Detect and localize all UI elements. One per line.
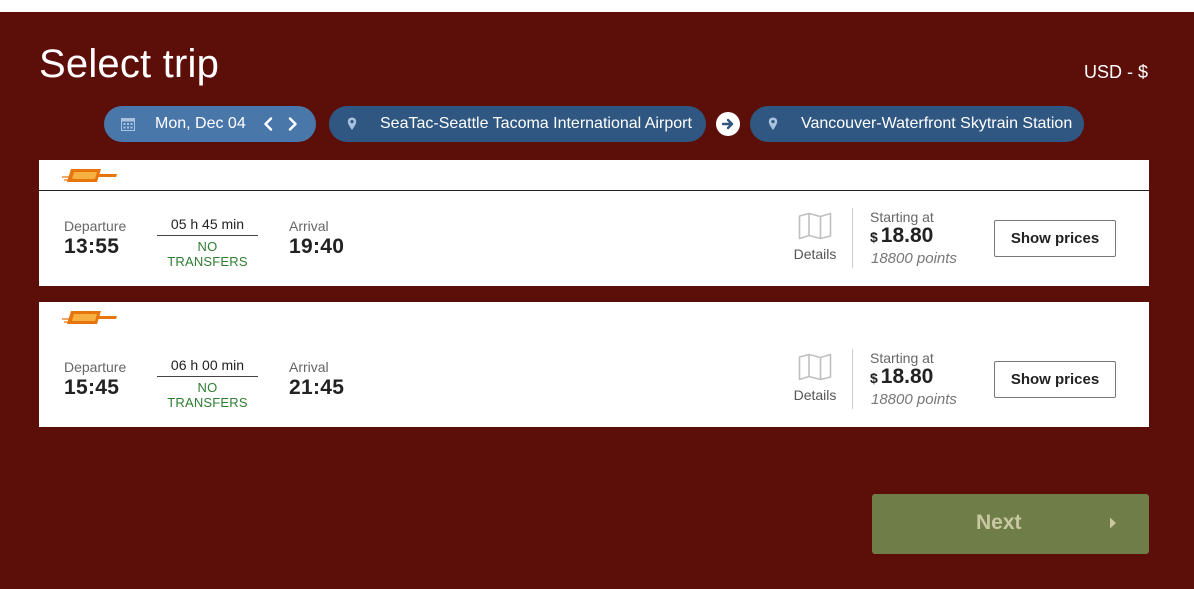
map-pin-icon — [766, 116, 780, 132]
points-value: 18800 points — [871, 250, 957, 267]
trip-card: Departure 15:45 06 h 00 min NO TRANSFERS… — [39, 302, 1149, 427]
carrier-logo-icon — [62, 169, 117, 182]
trip-card: Departure 13:55 05 h 45 min NO TRANSFERS… — [39, 160, 1149, 286]
transfers-label: NO TRANSFERS — [167, 239, 248, 269]
starting-at-label: Starting at — [870, 209, 934, 225]
price-amount: 18.80 — [880, 365, 934, 388]
price: $18.80 — [870, 224, 933, 248]
origin-label: SeaTac-Seattle Tacoma International Airp… — [380, 115, 692, 132]
page-title: Select trip — [39, 42, 220, 86]
currency-symbol: $ — [870, 229, 878, 245]
selected-date: Mon, Dec 04 — [155, 115, 246, 132]
next-button[interactable]: Next — [872, 494, 1149, 554]
starting-at-label: Starting at — [870, 350, 934, 366]
map-icon — [798, 353, 832, 381]
duration-value: 06 h 00 min — [170, 357, 245, 373]
vertical-divider — [852, 349, 853, 409]
chevron-right-icon — [288, 117, 297, 131]
previous-day-button[interactable] — [259, 113, 277, 135]
calendar-icon — [121, 116, 135, 132]
departure-time: 13:55 — [64, 235, 120, 258]
trip-duration: 06 h 00 min NO TRANSFERS — [157, 357, 258, 410]
details-button[interactable]: Details — [790, 353, 840, 403]
destination-label: Vancouver-Waterfront Skytrain Station — [801, 115, 1073, 132]
date-selector[interactable]: Mon, Dec 04 — [104, 106, 316, 142]
price-amount: 18.80 — [880, 224, 934, 247]
main-panel: Select trip USD - $ Mon, Dec 04 SeaTac-S… — [0, 12, 1194, 589]
duration-divider — [157, 235, 258, 236]
next-label: Next — [976, 511, 1022, 534]
show-prices-button[interactable]: Show prices — [994, 361, 1116, 398]
points-value: 18800 points — [871, 391, 957, 408]
price: $18.80 — [870, 365, 933, 389]
departure-label: Departure — [64, 359, 127, 375]
map-pin-icon — [345, 116, 359, 132]
departure-label: Departure — [64, 218, 127, 234]
next-day-button[interactable] — [284, 113, 302, 135]
map-icon — [798, 212, 832, 240]
destination-selector[interactable]: Vancouver-Waterfront Skytrain Station — [750, 106, 1084, 142]
duration-divider — [157, 376, 258, 377]
currency-selector[interactable]: USD - $ — [1084, 62, 1148, 83]
carrier-logo-icon — [62, 311, 117, 324]
chevron-left-icon — [264, 117, 272, 131]
details-label: Details — [793, 246, 837, 262]
arrival-label: Arrival — [289, 218, 329, 234]
arrow-right-circle-icon — [716, 112, 740, 136]
arrival-label: Arrival — [289, 359, 329, 375]
trip-duration: 05 h 45 min NO TRANSFERS — [157, 216, 258, 269]
details-button[interactable]: Details — [790, 212, 840, 262]
details-label: Details — [793, 387, 837, 403]
arrival-time: 21:45 — [289, 376, 345, 399]
duration-value: 05 h 45 min — [170, 216, 245, 232]
currency-symbol: $ — [870, 370, 878, 386]
vertical-divider — [852, 208, 853, 268]
caret-right-icon — [1110, 517, 1116, 529]
arrival-time: 19:40 — [289, 235, 345, 258]
origin-selector[interactable]: SeaTac-Seattle Tacoma International Airp… — [329, 106, 706, 142]
departure-time: 15:45 — [64, 376, 120, 399]
transfers-label: NO TRANSFERS — [167, 380, 248, 410]
card-divider — [39, 190, 1149, 191]
show-prices-button[interactable]: Show prices — [994, 220, 1116, 257]
